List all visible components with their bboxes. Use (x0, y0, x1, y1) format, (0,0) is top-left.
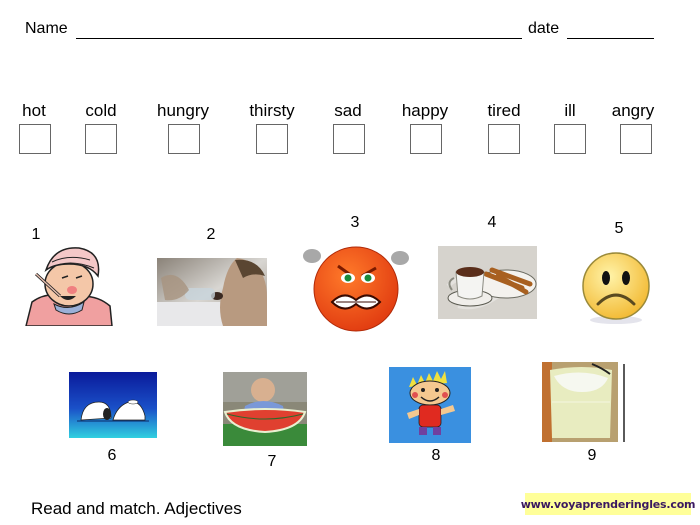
picture-angry-face (300, 242, 412, 332)
instruction-text: Read and match. Adjectives (31, 499, 242, 518)
adjective-word: hungry (157, 101, 209, 120)
picture-thirsty-man (157, 258, 267, 326)
date-label: date (528, 20, 560, 37)
picture-number: 3 (350, 214, 360, 231)
picture-number: 5 (614, 220, 624, 237)
picture-number: 9 (587, 447, 597, 464)
picture-happy-child (389, 367, 471, 443)
picture-tired-dog (69, 372, 157, 438)
date-input-line[interactable] (567, 38, 654, 39)
answer-box-tired[interactable] (488, 124, 520, 154)
adjective-word: cold (85, 101, 117, 120)
answer-box-cold[interactable] (85, 124, 117, 154)
answer-box-hot[interactable] (19, 124, 51, 154)
picture-number: 8 (431, 447, 441, 464)
name-input-line[interactable] (76, 38, 522, 39)
answer-box-sad[interactable] (333, 124, 365, 154)
picture-number: 7 (267, 453, 277, 470)
adjective-word: sad (334, 101, 362, 120)
picture-hungry-baby (223, 372, 307, 446)
adjective-word: happy (401, 101, 449, 120)
answer-box-angry[interactable] (620, 124, 652, 154)
picture-hot-chocolate (438, 246, 537, 319)
picture-number: 2 (206, 226, 216, 243)
adjective-word: angry (611, 101, 655, 120)
website-badge[interactable]: www.voyaprenderingles.com (521, 493, 696, 515)
picture-ill-man (24, 240, 114, 326)
picture-sad-face (578, 250, 654, 326)
picture-cold-lemonade (542, 362, 627, 442)
adjective-word: thirsty (249, 101, 295, 120)
answer-box-happy[interactable] (410, 124, 442, 154)
picture-number: 6 (107, 447, 117, 464)
answer-box-thirsty[interactable] (256, 124, 288, 154)
answer-box-hungry[interactable] (168, 124, 200, 154)
picture-number: 4 (487, 214, 497, 231)
name-label: Name (25, 20, 68, 37)
answer-box-ill[interactable] (554, 124, 586, 154)
